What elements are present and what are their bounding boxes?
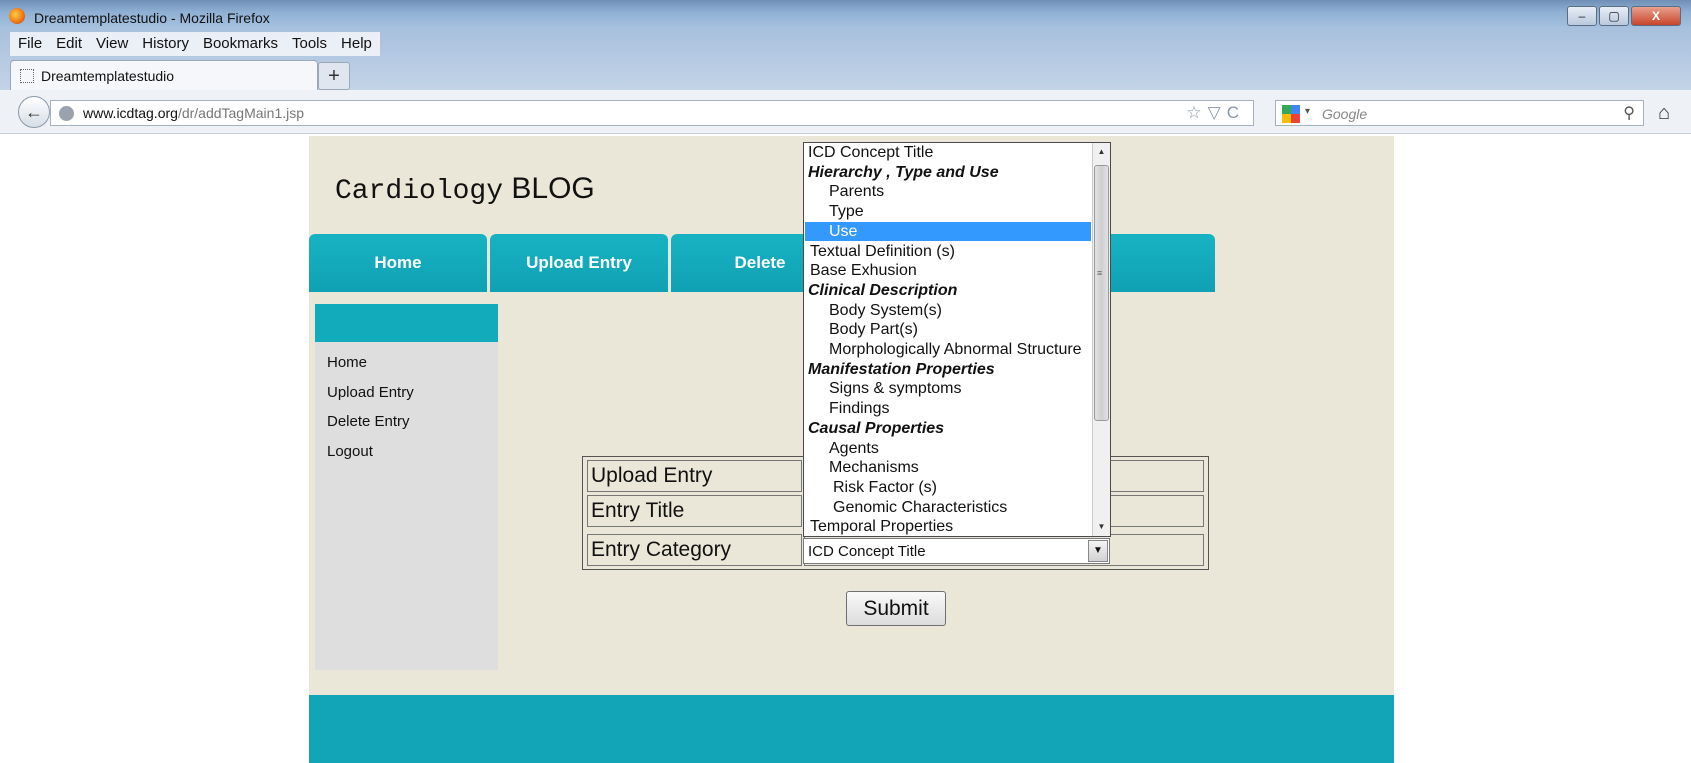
dropdown-option[interactable]: Agents bbox=[805, 439, 1091, 459]
navigation-toolbar: www.icdtag.org/dr/addTagMain1.jsp ☆▽C ← … bbox=[0, 90, 1691, 134]
submit-button[interactable]: Submit bbox=[846, 591, 946, 626]
footer-band bbox=[309, 695, 1394, 763]
dropdown-option[interactable]: Textual Definition (s) bbox=[805, 242, 1091, 262]
url-path: /dr/addTagMain1.jsp bbox=[177, 105, 305, 121]
address-bar[interactable]: www.icdtag.org/dr/addTagMain1.jsp ☆▽C bbox=[50, 100, 1254, 126]
sidebar: Home Upload Entry Delete Entry Logout bbox=[315, 304, 498, 670]
dropdown-option[interactable]: Use bbox=[805, 221, 1091, 242]
entry-title-label: Entry Title bbox=[587, 495, 802, 527]
menu-history[interactable]: History bbox=[142, 32, 189, 56]
dropdown-optgroup: Manifestation Properties bbox=[808, 360, 995, 378]
maximize-button[interactable]: ▢ bbox=[1599, 6, 1629, 26]
url-text: www.icdtag.org/dr/addTagMain1.jsp bbox=[83, 105, 304, 121]
sidebar-item-upload-entry[interactable]: Upload Entry bbox=[327, 384, 414, 401]
dropdown-option[interactable]: Genomic Characteristics bbox=[805, 498, 1091, 518]
blog-title: Cardiology BLOG bbox=[335, 172, 595, 207]
search-bar[interactable]: ▾ Google ⚲ bbox=[1275, 100, 1644, 126]
back-button[interactable]: ← bbox=[18, 96, 50, 128]
dropdown-option[interactable]: Type bbox=[805, 202, 1091, 222]
category-dropdown-list[interactable]: ▲ ≡ ▼ ICD Concept Title Hierarchy , Type … bbox=[803, 142, 1111, 537]
window-title: Dreamtemplatestudio - Mozilla Firefox bbox=[34, 10, 270, 26]
search-engine-caret-icon[interactable]: ▾ bbox=[1305, 106, 1310, 117]
window-titlebar: Dreamtemplatestudio - Mozilla Firefox – … bbox=[0, 0, 1691, 30]
browser-tab[interactable]: Dreamtemplatestudio bbox=[10, 60, 318, 90]
sidebar-header bbox=[315, 304, 498, 342]
dropdown-option[interactable]: Mechanisms bbox=[805, 458, 1091, 478]
entry-category-value: ICD Concept Title bbox=[808, 543, 926, 560]
google-icon[interactable] bbox=[1282, 105, 1300, 123]
menu-bar: File Edit View History Bookmarks Tools H… bbox=[10, 32, 380, 56]
entry-category-select[interactable]: ICD Concept Title ▼ bbox=[803, 538, 1110, 564]
scroll-up-icon[interactable]: ▲ bbox=[1093, 143, 1110, 161]
dropdown-scrollbar[interactable]: ▲ ≡ ▼ bbox=[1092, 143, 1110, 536]
close-button[interactable]: X bbox=[1631, 6, 1681, 26]
dropdown-option[interactable]: Risk Factor (s) bbox=[805, 478, 1091, 498]
globe-icon bbox=[59, 106, 74, 121]
dropdown-option[interactable]: Parents bbox=[805, 182, 1091, 202]
minimize-button[interactable]: – bbox=[1567, 6, 1597, 26]
sidebar-item-delete-entry[interactable]: Delete Entry bbox=[327, 413, 410, 430]
dropdown-option[interactable]: Temporal Properties bbox=[805, 517, 1091, 536]
dropdown-optgroup: Hierarchy , Type and Use bbox=[808, 163, 999, 181]
url-domain: www.icdtag.org bbox=[83, 105, 178, 121]
entry-category-label: Entry Category bbox=[587, 534, 802, 566]
dropdown-option[interactable]: Morphologically Abnormal Structure bbox=[805, 340, 1091, 360]
nav-tab-upload-entry[interactable]: Upload Entry bbox=[490, 234, 668, 292]
home-icon[interactable]: ⌂ bbox=[1658, 102, 1670, 125]
dropdown-optgroup: Clinical Description bbox=[808, 281, 958, 299]
dropdown-option[interactable]: Findings bbox=[805, 399, 1091, 419]
nav-tab-home[interactable]: Home bbox=[309, 234, 487, 292]
blog-title-mono: Cardiology bbox=[335, 176, 504, 207]
dropdown-option[interactable]: Body System(s) bbox=[805, 301, 1091, 321]
menu-edit[interactable]: Edit bbox=[56, 32, 82, 56]
menu-file[interactable]: File bbox=[18, 32, 42, 56]
scroll-grip-icon: ≡ bbox=[1097, 268, 1103, 278]
sidebar-item-logout[interactable]: Logout bbox=[327, 443, 373, 460]
window-controls: – ▢ X bbox=[1567, 6, 1681, 26]
search-icon[interactable]: ⚲ bbox=[1623, 103, 1635, 123]
menu-bookmarks[interactable]: Bookmarks bbox=[203, 32, 278, 56]
dropdown-optgroup: Causal Properties bbox=[808, 419, 945, 437]
tab-label: Dreamtemplatestudio bbox=[41, 68, 175, 84]
menu-help[interactable]: Help bbox=[341, 32, 372, 56]
menu-tools[interactable]: Tools bbox=[292, 32, 327, 56]
upload-entry-label: Upload Entry bbox=[587, 460, 802, 492]
blog-title-sans: BLOG bbox=[511, 172, 595, 205]
menu-view[interactable]: View bbox=[96, 32, 128, 56]
firefox-window: Dreamtemplatestudio - Mozilla Firefox – … bbox=[0, 0, 1691, 763]
bookmark-star-icon[interactable]: ☆▽C bbox=[1186, 103, 1245, 123]
dropdown-option[interactable]: ICD Concept Title bbox=[805, 143, 1091, 163]
dropdown-option[interactable]: Body Part(s) bbox=[805, 320, 1091, 340]
dropdown-option[interactable]: Signs & symptoms bbox=[805, 379, 1091, 399]
search-placeholder: Google bbox=[1322, 106, 1368, 122]
dropdown-option[interactable]: Base Exhusion bbox=[805, 261, 1091, 281]
new-tab-button[interactable]: + bbox=[318, 62, 350, 90]
scroll-down-icon[interactable]: ▼ bbox=[1093, 518, 1110, 536]
scroll-thumb[interactable] bbox=[1094, 165, 1109, 421]
dropdown-arrow-icon[interactable]: ▼ bbox=[1088, 540, 1108, 562]
sidebar-item-home[interactable]: Home bbox=[327, 354, 367, 371]
firefox-logo-icon bbox=[9, 8, 25, 24]
page-placeholder-icon bbox=[20, 69, 34, 83]
